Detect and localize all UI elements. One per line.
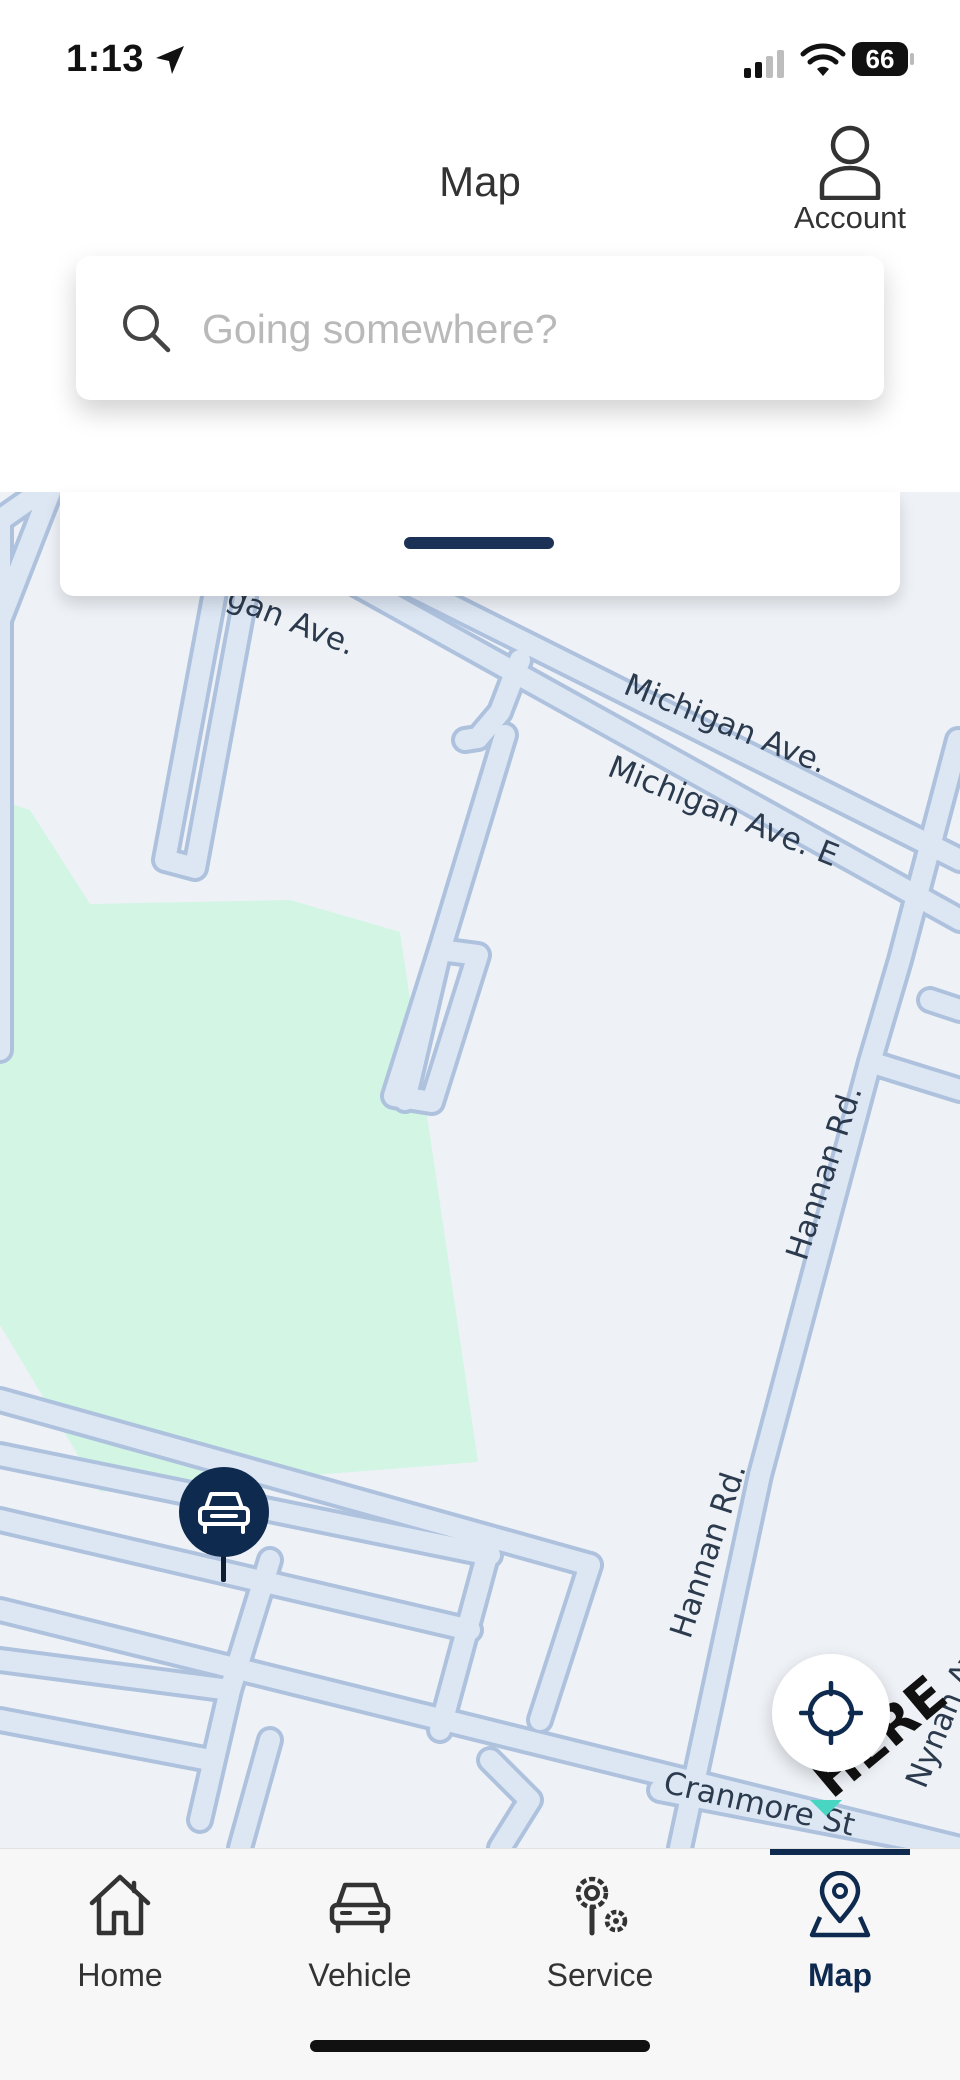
status-bar: 1:13 66 xyxy=(0,0,960,120)
map-canvas[interactable]: gan Ave. Michigan Ave. Michigan Ave. E H… xyxy=(0,492,960,1848)
account-icon xyxy=(819,125,881,200)
tab-label: Vehicle xyxy=(308,1957,412,1993)
map-pin-icon xyxy=(809,1871,871,1938)
location-arrow-icon xyxy=(156,46,184,74)
battery-indicator: 66 xyxy=(852,42,916,78)
status-time: 1:13 xyxy=(66,38,145,80)
search-icon xyxy=(123,305,171,353)
tab-home[interactable]: Home xyxy=(20,1849,220,2009)
wifi-icon xyxy=(800,43,846,76)
tab-label: Map xyxy=(808,1957,872,1993)
car-icon xyxy=(329,1882,391,1934)
search-bar[interactable] xyxy=(76,256,884,400)
home-icon xyxy=(89,1874,151,1936)
account-label: Account xyxy=(793,200,906,235)
account-button[interactable]: Account xyxy=(780,120,920,240)
recenter-location-button[interactable] xyxy=(772,1654,890,1772)
crosshair-icon xyxy=(799,1681,863,1745)
tab-label: Service xyxy=(546,1957,654,1993)
park-area xyxy=(0,800,478,1492)
tab-vehicle[interactable]: Vehicle xyxy=(260,1849,460,2009)
battery-level: 66 xyxy=(852,42,908,76)
drag-handle[interactable] xyxy=(404,537,554,549)
bottom-sheet-handle[interactable] xyxy=(60,492,900,596)
tab-map[interactable]: Map xyxy=(740,1849,940,2009)
battery-nub xyxy=(910,53,914,65)
cellular-signal-icon xyxy=(744,50,784,78)
vehicle-location-pin[interactable] xyxy=(178,1466,270,1586)
map-view[interactable]: gan Ave. Michigan Ave. Michigan Ave. E H… xyxy=(0,492,960,1848)
tab-service[interactable]: Service xyxy=(500,1849,700,2009)
search-input[interactable] xyxy=(200,290,844,368)
service-icon xyxy=(575,1876,628,1936)
tab-label: Home xyxy=(77,1957,163,1993)
home-indicator[interactable] xyxy=(310,2040,650,2052)
